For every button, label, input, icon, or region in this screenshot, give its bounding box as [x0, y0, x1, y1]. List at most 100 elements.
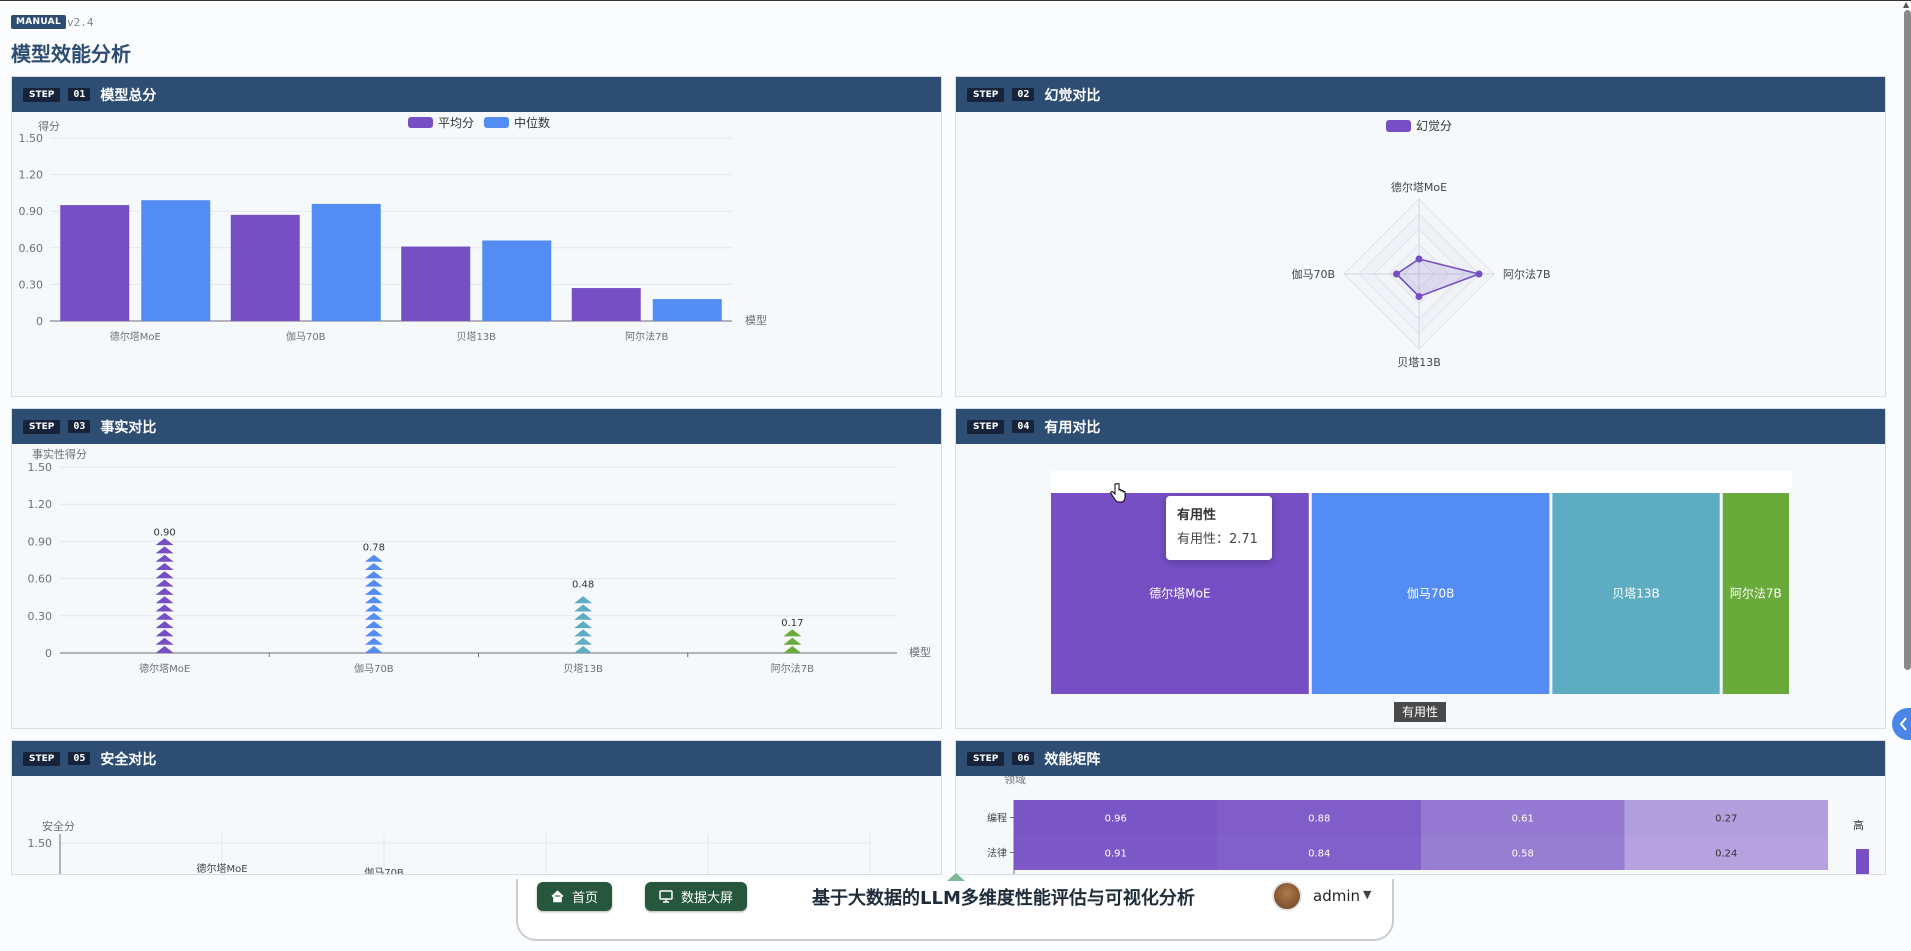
home-button-label: 首页 [572, 891, 599, 906]
hand-cursor-icon [1110, 483, 1126, 503]
home-icon [551, 890, 564, 903]
caret-down-icon[interactable]: ▼ [1363, 888, 1371, 901]
pictorial-symbol [155, 621, 174, 629]
treemap-cell-label: 阿尔法7B [1730, 586, 1782, 601]
y-tick-label: 0.30 [19, 278, 44, 291]
pictorial-symbol [155, 604, 174, 612]
heatmap-efficiency[interactable]: 领域编程 0.96 0.88 0.61 0.27 法律 0.91 0.84 0.58 0.24 高 [956, 773, 1886, 875]
treemap-helpfulness[interactable]: 德尔塔MoE 伽马70B 贝塔13B 阿尔法7B 有用性 [956, 444, 1886, 729]
y-tick-label: 0.90 [28, 535, 53, 548]
treemap-cell-label: 德尔塔MoE [1149, 586, 1210, 601]
cell-label: 0.27 [1715, 814, 1737, 825]
row-label: 编程 [987, 812, 1007, 825]
pictorial-symbol [364, 604, 383, 612]
pictorial-symbol [155, 554, 174, 562]
step-tag: STEP [23, 87, 61, 102]
pictorial-symbol [783, 637, 802, 645]
x-tick-label: 德尔塔MoE [110, 330, 161, 343]
cell-label: 0.91 [1105, 849, 1127, 860]
point-label: 伽马70B [364, 866, 404, 875]
step-tag: STEP [23, 751, 61, 766]
pictorial-symbol [155, 646, 174, 653]
radar-indicator-label: 伽马70B [1291, 267, 1335, 281]
pictorial-symbol [155, 563, 174, 570]
avatar[interactable] [1272, 881, 1302, 911]
y-tick-label: 1.50 [28, 837, 53, 850]
pictorial-symbol [574, 637, 593, 645]
chevron-left-icon [1899, 717, 1907, 731]
step-number: 01 [68, 88, 91, 101]
pictorial-symbol [364, 554, 383, 562]
bar-mean [60, 205, 130, 321]
treemap-header-strip [1051, 471, 1792, 493]
y-tick-label: 0 [36, 315, 43, 328]
panel-header: STEP 04 有用对比 [956, 409, 1885, 444]
legend-label: 幻觉分 [1416, 119, 1452, 133]
panel-title: 幻觉对比 [1044, 87, 1101, 104]
point-label: 德尔塔MoE [196, 862, 247, 875]
pictorial-symbol [574, 621, 593, 629]
radar-indicator-label: 德尔塔MoE [1391, 180, 1447, 194]
bar-chart-total-score[interactable]: 0 0.30 0.60 0.90 1.20 1.50得分模型德尔塔MoE 伽马70B 贝塔13… [12, 112, 942, 397]
manual-badge: MANUAL [11, 15, 66, 29]
panel-factuality: STEP 03 事实对比 0 0.30 0.60 0.90 1.20 1.50 事实性得分模… [11, 408, 942, 729]
panel-model-score: STEP 01 模型总分 0 0.30 0.60 0.90 1.20 1.50 得分 模型 德尔… [11, 76, 942, 397]
cell-label: 0.24 [1715, 849, 1737, 860]
pictorial-symbol [364, 596, 383, 604]
data-label: 0.78 [363, 542, 385, 553]
row-label: 法律 [987, 847, 1007, 860]
pictorial-symbol [364, 587, 383, 595]
step-number: 06 [1012, 752, 1035, 765]
y-tick-label: 1.50 [28, 461, 53, 474]
pictorial-symbol [364, 637, 383, 645]
y-tick-label: 0.60 [19, 242, 44, 255]
panel-hallucination: STEP 02 幻觉对比 德尔塔MoE 阿尔法7B 贝塔13B 伽马70B 幻觉分 [955, 76, 1886, 397]
tooltip-value: 有用性：2.71 [1177, 532, 1258, 547]
x-tick-label: 德尔塔MoE [139, 662, 190, 675]
step-tag: STEP [967, 87, 1005, 102]
panel-title: 事实对比 [100, 419, 157, 436]
side-drawer-handle[interactable] [1892, 708, 1911, 740]
legend-label: 中位数 [514, 115, 550, 130]
pictorial-symbol [574, 646, 593, 653]
radar-point [1475, 270, 1483, 278]
bar-mean [571, 288, 641, 321]
pictorial-bar-chart-factuality[interactable]: 0 0.30 0.60 0.90 1.20 1.50事实性得分模型 0.90 德尔塔MoE 0.… [12, 444, 942, 729]
treemap-tooltip: 有用性 有用性：2.71 [1166, 496, 1272, 560]
user-name[interactable]: admin [1313, 887, 1360, 905]
y-tick-label: 1.20 [19, 169, 44, 182]
x-tick-label: 贝塔13B [563, 662, 603, 675]
pictorial-symbol [364, 579, 383, 587]
home-button[interactable]: 首页 [537, 882, 613, 911]
step-number: 05 [68, 752, 91, 765]
cell-label: 0.84 [1308, 849, 1330, 860]
scroll-up-arrow-icon[interactable]: ▲ [1903, 0, 1911, 9]
panel-title: 有用对比 [1044, 419, 1101, 436]
pictorial-symbol [364, 646, 383, 653]
pictorial-symbol [364, 621, 383, 629]
legend-label: 平均分 [438, 116, 474, 130]
y-axis-label: 事实性得分 [32, 447, 87, 461]
page-scrollbar[interactable] [1904, 10, 1911, 670]
radar-indicator-label: 阿尔法7B [1503, 267, 1551, 281]
pictorial-symbol [783, 646, 802, 653]
pictorial-symbol [155, 637, 174, 645]
y-axis-label: 领域 [1004, 776, 1026, 786]
panel-header: STEP 02 幻觉对比 [956, 77, 1885, 112]
radar-indicator-label: 贝塔13B [1397, 356, 1441, 369]
x-axis-label: 模型 [909, 645, 931, 659]
monitor-icon [659, 890, 673, 903]
data-label: 0.17 [781, 618, 803, 629]
scatter-chart-safety[interactable]: 1.501.20安全分德尔塔MoE伽马70B [12, 776, 942, 875]
dock-notch [947, 873, 965, 881]
cell-label: 0.58 [1512, 849, 1534, 860]
radar-chart-hallucination[interactable]: 德尔塔MoE 阿尔法7B 贝塔13B 伽马70B 幻觉分 [956, 112, 1886, 397]
panel-safety: STEP 05 安全对比 1.501.20安全分德尔塔MoE伽马70B [11, 740, 942, 875]
page-title: 模型效能分析 [11, 42, 131, 66]
treemap-breadcrumb-label: 有用性 [1402, 705, 1438, 719]
pictorial-symbol [155, 587, 174, 595]
panel-helpfulness: STEP 04 有用对比 德尔塔MoE 伽马70B 贝塔13B 阿尔法7B 有用性 [955, 408, 1886, 729]
bar-median [482, 240, 552, 321]
data-screen-button[interactable]: 数据大屏 [645, 882, 748, 911]
step-tag: STEP [23, 419, 61, 434]
